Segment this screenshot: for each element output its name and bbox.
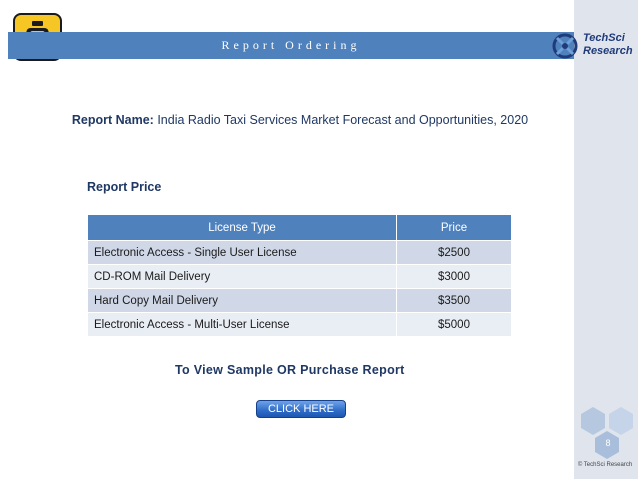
header-price: Price <box>396 214 512 241</box>
price-cell: $2500 <box>396 240 512 265</box>
table-row: Electronic Access - Multi-User License $… <box>87 312 512 337</box>
brand-name-line2: Research <box>583 45 633 57</box>
header-license-type: License Type <box>87 214 397 241</box>
page-number: 8 <box>605 438 611 448</box>
brand-mark-icon <box>552 33 578 59</box>
header-bar: Report Ordering <box>8 32 574 59</box>
table-row: Electronic Access - Single User License … <box>87 240 512 265</box>
license-type-cell: Electronic Access - Multi-User License <box>87 312 397 337</box>
price-cell: $3500 <box>396 288 512 313</box>
report-name: Report Name: India Radio Taxi Services M… <box>40 112 560 128</box>
brand-name-line1: TechSci <box>583 32 625 44</box>
license-type-cell: CD-ROM Mail Delivery <box>87 264 397 289</box>
purchase-prompt: To View Sample OR Purchase Report <box>175 363 405 377</box>
table-row: Hard Copy Mail Delivery $3500 <box>87 288 512 313</box>
report-name-value: India Radio Taxi Services Market Forecas… <box>153 113 529 127</box>
price-cell: $5000 <box>396 312 512 337</box>
copyright-text: © TechSci Research <box>577 462 633 468</box>
price-table: License Type Price Electronic Access - S… <box>87 214 512 337</box>
click-here-button[interactable]: CLICK HERE <box>256 400 346 418</box>
table-row: CD-ROM Mail Delivery $3000 <box>87 264 512 289</box>
license-type-cell: Hard Copy Mail Delivery <box>87 288 397 313</box>
license-type-cell: Electronic Access - Single User License <box>87 240 397 265</box>
techsci-logo: TechSci Research <box>549 26 638 66</box>
table-header-row: License Type Price <box>87 214 512 241</box>
page-title: Report Ordering <box>221 38 361 52</box>
price-cell: $3000 <box>396 264 512 289</box>
report-price-heading: Report Price <box>87 180 162 194</box>
report-name-label: Report Name: <box>71 113 154 127</box>
